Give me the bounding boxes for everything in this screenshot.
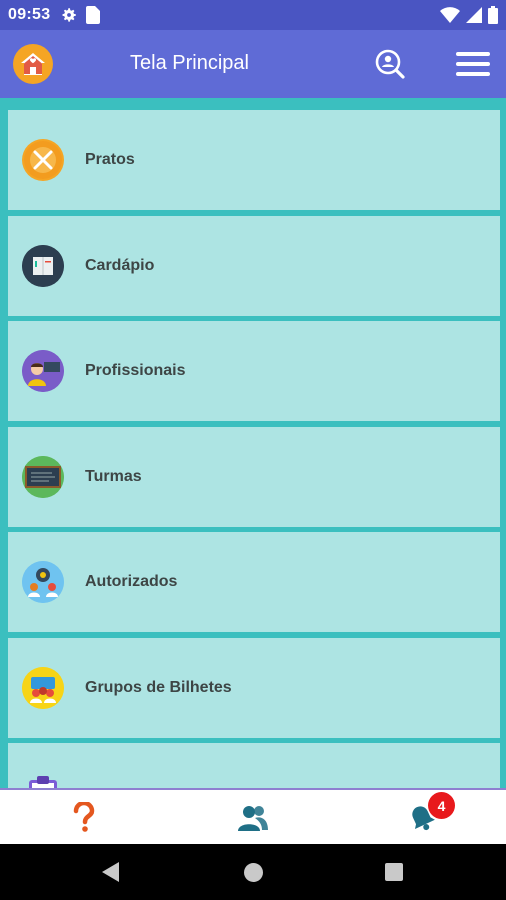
menu-item-label: Pratos: [85, 151, 135, 168]
status-bar: 09:53: [0, 0, 506, 30]
question-mark-icon: [73, 800, 95, 832]
fork-knife-icon: [22, 139, 64, 181]
teacher-icon: [22, 350, 64, 392]
signal-icon: [466, 7, 482, 23]
menu-list: Pratos Cardápio Profissionais Turmas Aut…: [8, 110, 500, 788]
sim-card-icon: [86, 6, 101, 24]
menu-item-profissionais[interactable]: Profissionais: [8, 321, 500, 421]
authorized-people-icon: [22, 561, 64, 603]
notification-badge: 4: [428, 792, 455, 819]
menu-item-autorizados[interactable]: Autorizados: [8, 532, 500, 632]
status-time: 09:53: [8, 6, 51, 23]
battery-icon: [488, 6, 498, 24]
back-icon[interactable]: [101, 862, 121, 882]
menu-item-label: Autorizados: [85, 573, 178, 590]
status-right-icons: [440, 6, 498, 24]
bottom-navigation: 4: [0, 788, 506, 844]
search-person-icon: [375, 49, 405, 79]
hamburger-menu-button[interactable]: [456, 50, 490, 78]
users-icon: [238, 806, 268, 831]
home-circle-icon[interactable]: [244, 863, 263, 882]
home-button[interactable]: [13, 44, 53, 84]
clipboard-icon: [22, 772, 64, 788]
hamburger-menu-icon: [456, 52, 490, 76]
help-button[interactable]: [72, 800, 96, 832]
menu-item-label: Profissionais: [85, 362, 186, 379]
chalkboard-icon: [22, 455, 64, 498]
status-left-icons: [60, 6, 101, 24]
main-content: Pratos Cardápio Profissionais Turmas Aut…: [0, 98, 506, 788]
school-house-icon: [21, 53, 45, 75]
app-bar: Tela Principal: [0, 30, 506, 98]
menu-item-label: Turmas: [85, 467, 142, 485]
menu-item-cardapio[interactable]: Cardápio: [8, 215, 500, 316]
menu-item-pratos[interactable]: Pratos: [8, 110, 500, 210]
menu-item-label: Grupos de Bilhetes: [85, 678, 232, 696]
users-button[interactable]: [238, 804, 268, 832]
book-menu-icon: [22, 244, 64, 287]
wifi-icon: [440, 7, 460, 23]
menu-item-partial[interactable]: [8, 743, 500, 788]
recent-apps-icon[interactable]: [385, 863, 403, 881]
menu-item-turmas[interactable]: Turmas: [8, 426, 500, 527]
system-navigation-bar: [0, 844, 506, 900]
gear-icon: [62, 8, 77, 22]
search-button[interactable]: [374, 48, 406, 80]
menu-item-grupos-de-bilhetes[interactable]: Grupos de Bilhetes: [8, 637, 500, 738]
page-title: Tela Principal: [130, 52, 249, 74]
group-notes-icon: [22, 666, 64, 709]
menu-item-label: Cardápio: [85, 256, 155, 274]
